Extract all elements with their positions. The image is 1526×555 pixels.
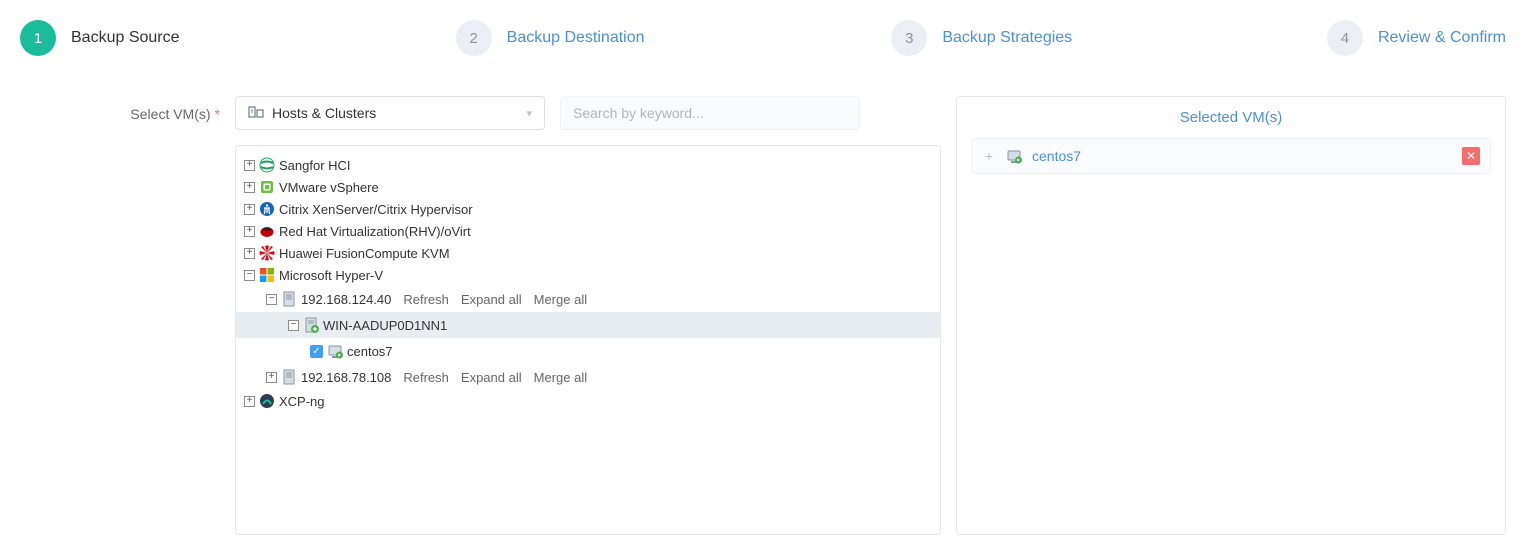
host-green-icon <box>303 317 319 333</box>
step-label: Backup Destination <box>507 29 645 47</box>
tree-node-citrix[interactable]: + Citrix XenServer/Citrix Hypervisor <box>236 198 940 220</box>
step-label: Backup Source <box>71 29 180 47</box>
vm-icon <box>1006 148 1022 164</box>
step-3[interactable]: 3 Backup Strategies <box>891 20 1327 56</box>
tree-label: Red Hat Virtualization(RHV)/oVirt <box>279 224 471 239</box>
chevron-down-icon: ▾ <box>526 107 532 120</box>
collapse-icon[interactable]: − <box>266 294 277 305</box>
field-label-select-vms: Select VM(s)* <box>20 96 220 535</box>
tree-node-host[interactable]: − 192.168.124.40 Refresh Expand all Merg… <box>236 286 940 312</box>
expand-all-link[interactable]: Expand all <box>461 370 522 385</box>
tree-label: 192.168.78.108 <box>301 370 391 385</box>
step-label: Review & Confirm <box>1378 29 1506 47</box>
tree-node-host[interactable]: + 192.168.78.108 Refresh Expand all Merg… <box>236 364 940 390</box>
huawei-icon <box>259 245 275 261</box>
tree-label: Citrix XenServer/Citrix Hypervisor <box>279 202 473 217</box>
step-2[interactable]: 2 Backup Destination <box>456 20 892 56</box>
tree-node-redhat[interactable]: + Red Hat Virtualization(RHV)/oVirt <box>236 220 940 242</box>
selected-vms-panel: Selected VM(s) + centos7 ✕ <box>956 96 1506 535</box>
tree-node-xcpng[interactable]: + XCP-ng <box>236 390 940 412</box>
tree-node-host-computer[interactable]: − WIN-AADUP0D1NN1 <box>236 312 940 338</box>
vm-icon <box>327 343 343 359</box>
expand-icon[interactable]: + <box>244 182 255 193</box>
hosts-clusters-icon <box>248 105 264 121</box>
merge-all-link[interactable]: Merge all <box>534 292 587 307</box>
expand-icon[interactable]: + <box>244 160 255 171</box>
tree-node-vmware[interactable]: + VMware vSphere <box>236 176 940 198</box>
redhat-icon <box>259 223 275 239</box>
expand-icon[interactable]: + <box>244 226 255 237</box>
view-selector-value: Hosts & Clusters <box>272 105 376 121</box>
hyperv-icon <box>259 267 275 283</box>
search-input[interactable] <box>573 105 847 121</box>
collapse-icon[interactable]: − <box>244 270 255 281</box>
collapse-icon[interactable]: − <box>288 320 299 331</box>
step-number: 3 <box>891 20 927 56</box>
remove-selected-button[interactable]: ✕ <box>1462 147 1480 165</box>
tree-label: 192.168.124.40 <box>301 292 391 307</box>
citrix-icon <box>259 201 275 217</box>
step-1[interactable]: 1 Backup Source <box>20 20 456 56</box>
tree-label: VMware vSphere <box>279 180 379 195</box>
tree-node-sangfor[interactable]: + Sangfor HCI <box>236 154 940 176</box>
expand-icon[interactable]: + <box>266 372 277 383</box>
host-icon <box>281 291 297 307</box>
refresh-link[interactable]: Refresh <box>403 370 449 385</box>
expand-selected-icon[interactable]: + <box>982 148 996 164</box>
vmware-icon <box>259 179 275 195</box>
tree-label: WIN-AADUP0D1NN1 <box>323 318 447 333</box>
sangfor-icon <box>259 157 275 173</box>
expand-icon[interactable]: + <box>244 248 255 259</box>
expand-all-link[interactable]: Expand all <box>461 292 522 307</box>
expand-icon[interactable]: + <box>244 204 255 215</box>
selected-vm-label: centos7 <box>1032 148 1452 164</box>
view-selector-dropdown[interactable]: Hosts & Clusters ▾ <box>235 96 545 130</box>
step-number: 2 <box>456 20 492 56</box>
vm-tree-panel: + Sangfor HCI + VMware vSphere <box>235 145 941 535</box>
step-label: Backup Strategies <box>942 29 1072 47</box>
tree-label: Microsoft Hyper-V <box>279 268 383 283</box>
selected-panel-title: Selected VM(s) <box>957 97 1505 138</box>
tree-label: Huawei FusionCompute KVM <box>279 246 450 261</box>
search-input-wrapper[interactable] <box>560 96 860 130</box>
tree-label: Sangfor HCI <box>279 158 351 173</box>
refresh-link[interactable]: Refresh <box>403 292 449 307</box>
tree-label: centos7 <box>347 344 393 359</box>
vm-checkbox[interactable]: ✓ <box>310 345 323 358</box>
merge-all-link[interactable]: Merge all <box>534 370 587 385</box>
selected-vm-item[interactable]: + centos7 ✕ <box>971 138 1491 174</box>
tree-node-hyperv[interactable]: − Microsoft Hyper-V <box>236 264 940 286</box>
expand-icon[interactable]: + <box>244 396 255 407</box>
tree-node-huawei[interactable]: + Huawei FusionCompute KVM <box>236 242 940 264</box>
tree-label: XCP-ng <box>279 394 325 409</box>
tree-node-vm[interactable]: ✓ centos7 <box>236 338 940 364</box>
xcpng-icon <box>259 393 275 409</box>
step-number: 1 <box>20 20 56 56</box>
wizard-stepper: 1 Backup Source 2 Backup Destination 3 B… <box>20 20 1506 56</box>
step-number: 4 <box>1327 20 1363 56</box>
step-4[interactable]: 4 Review & Confirm <box>1327 20 1506 56</box>
host-icon <box>281 369 297 385</box>
